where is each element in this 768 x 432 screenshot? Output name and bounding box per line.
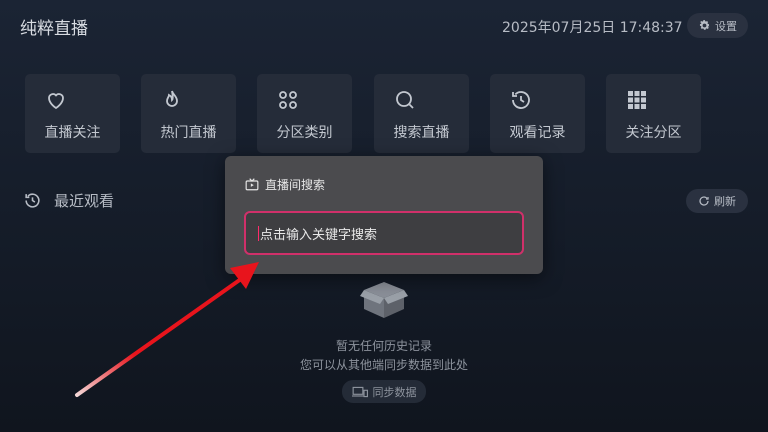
settings-label: 设置	[715, 19, 737, 33]
tile-hot[interactable]: 热门直播	[141, 74, 236, 153]
flame-icon	[166, 90, 178, 107]
search-placeholder: 点击输入关键字搜索	[260, 227, 378, 243]
recent-title: 最近观看	[54, 192, 115, 210]
dialog-header: 直播间搜索	[245, 176, 325, 193]
tv-icon	[245, 178, 259, 191]
settings-button[interactable]: 设置	[687, 13, 748, 38]
recent-section-header: 最近观看	[23, 190, 114, 211]
app-title: 纯粹直播	[20, 19, 88, 39]
search-icon	[396, 91, 414, 109]
sync-label: 同步数据	[372, 385, 417, 399]
history-icon	[512, 91, 530, 109]
refresh-icon	[699, 196, 709, 206]
sync-data-button[interactable]: 同步数据	[342, 380, 426, 403]
refresh-button[interactable]: 刷新	[686, 189, 748, 213]
devices-icon	[351, 386, 368, 397]
tile-history[interactable]: 观看记录	[490, 74, 585, 153]
empty-hint: 您可以从其他端同步数据到此处	[299, 358, 468, 372]
datetime: 2025年07月25日 17:48:37	[502, 20, 683, 36]
tile-label: 搜索直播	[393, 125, 450, 141]
heart-icon	[48, 93, 64, 110]
history-icon	[25, 193, 40, 208]
tile-label: 热门直播	[160, 125, 217, 141]
empty-box-icon	[360, 282, 408, 318]
dialog-title: 直播间搜索	[265, 178, 326, 192]
tile-search[interactable]: 搜索直播	[374, 74, 469, 153]
refresh-label: 刷新	[714, 195, 736, 208]
search-input[interactable]: 点击输入关键字搜索	[244, 211, 524, 255]
tile-label: 分区类别	[276, 125, 333, 141]
empty-message: 暂无任何历史记录	[335, 339, 432, 353]
tile-label: 观看记录	[509, 125, 566, 141]
tile-label: 关注分区	[625, 125, 682, 141]
tile-label: 直播关注	[44, 125, 101, 141]
tile-followed-categories[interactable]: 关注分区	[606, 74, 701, 153]
text-caret	[258, 225, 259, 241]
gear-icon	[699, 20, 710, 30]
grid-icon	[628, 91, 646, 109]
search-dialog: 直播间搜索 点击输入关键字搜索	[225, 156, 543, 274]
categories-icon	[279, 91, 297, 109]
tile-follow[interactable]: 直播关注	[25, 74, 120, 153]
tile-categories[interactable]: 分区类别	[257, 74, 352, 153]
